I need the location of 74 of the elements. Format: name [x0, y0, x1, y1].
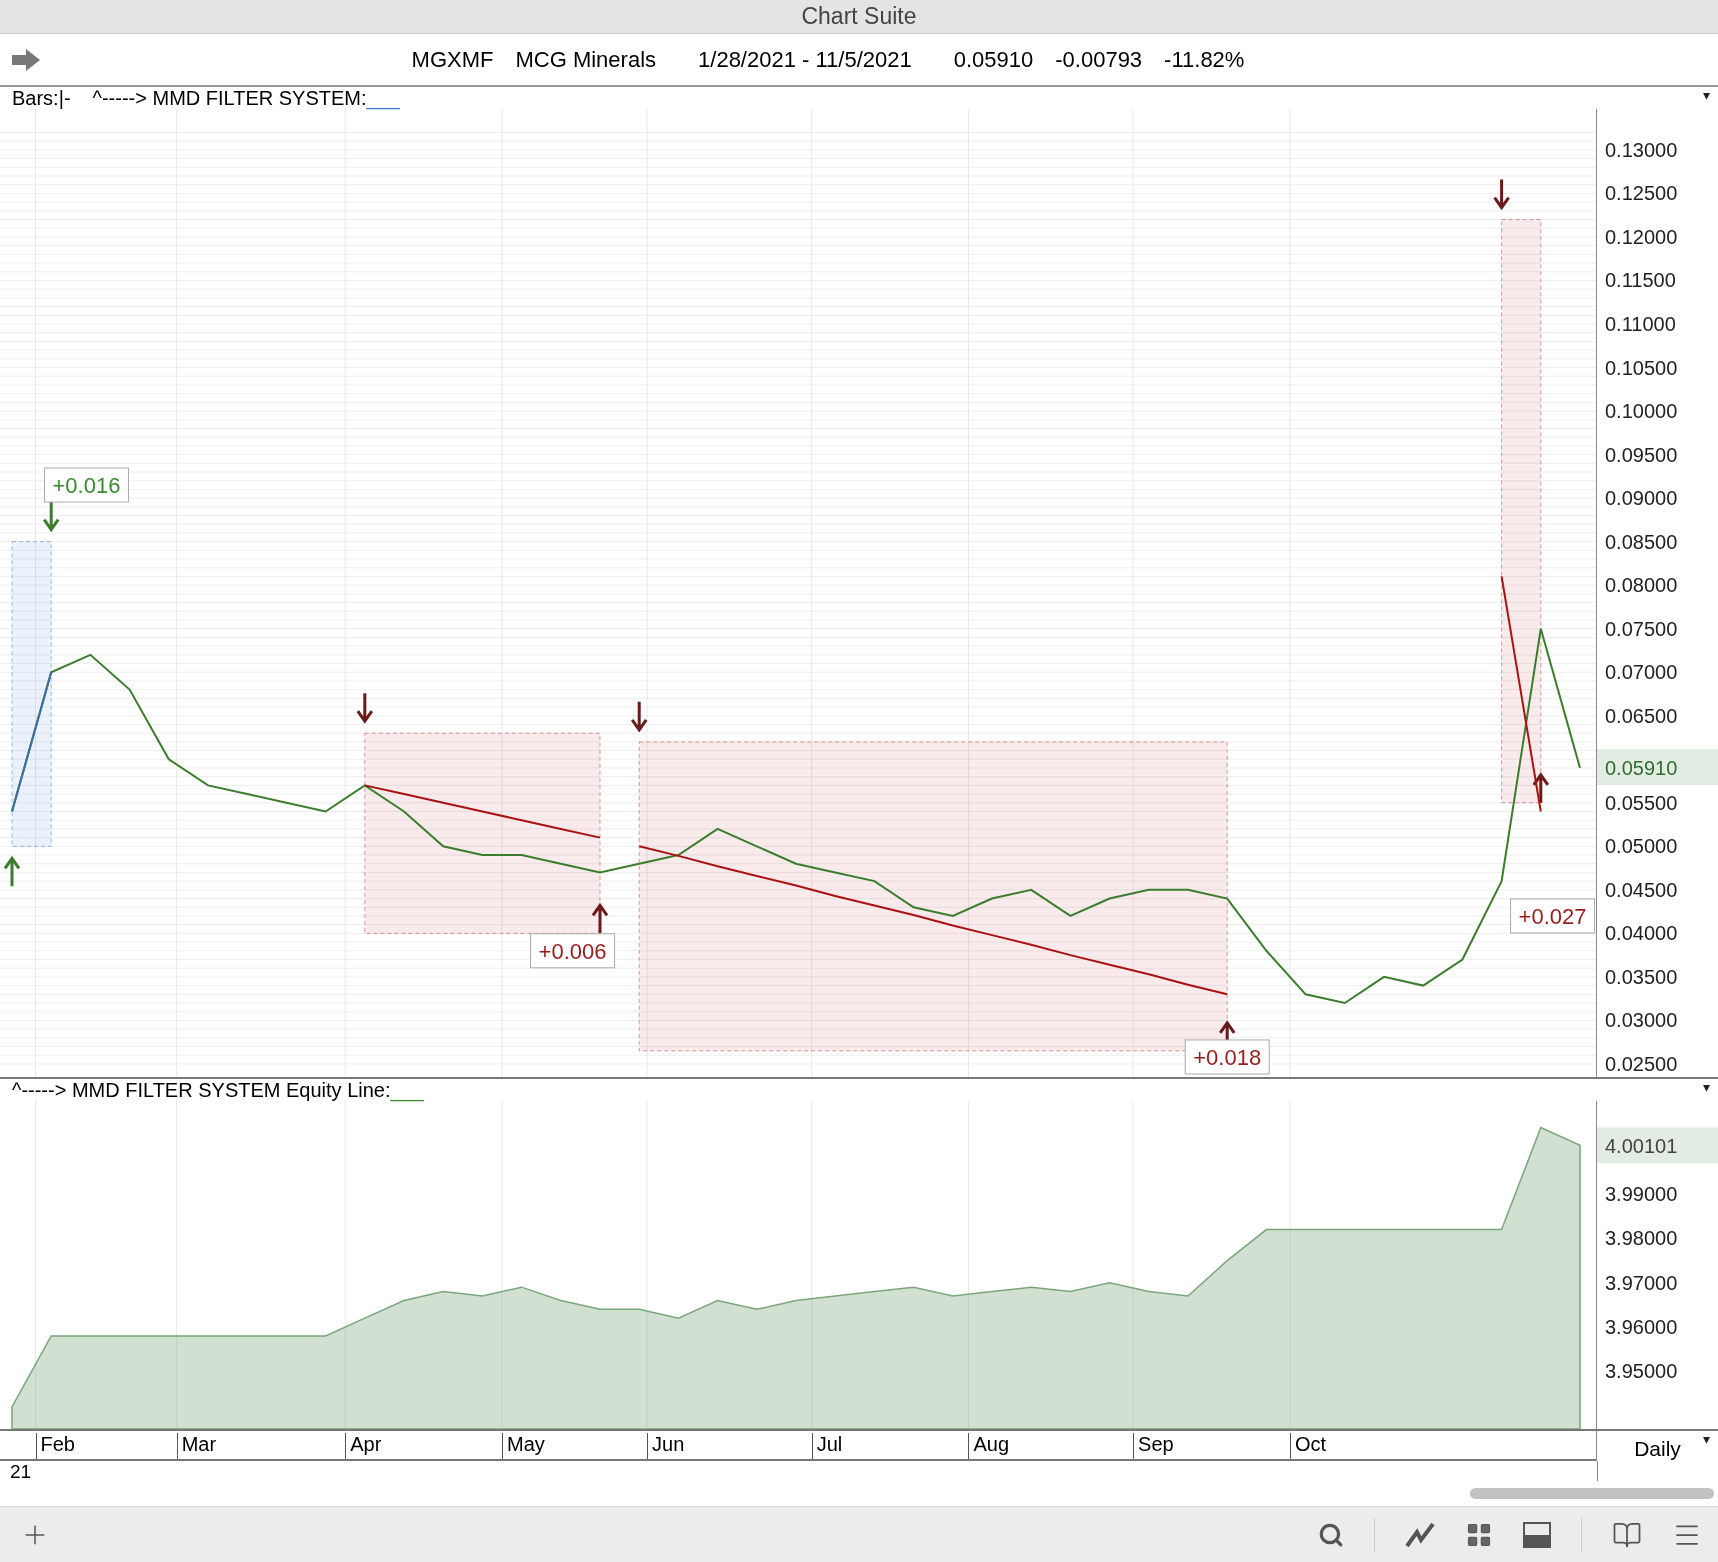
annotation: +0.018 [1193, 1044, 1262, 1070]
axis-tick-label: 0.09500 [1605, 443, 1678, 466]
equity-legend: ^-----> MMD FILTER SYSTEM Equity Line: [12, 1078, 391, 1102]
down-arrow-icon [630, 700, 648, 733]
month-label: Sep [1133, 1433, 1174, 1459]
month-label: Jul [811, 1433, 843, 1459]
profit-label: +0.006 [530, 933, 616, 969]
chart-line-icon[interactable] [1405, 1521, 1435, 1548]
axis-tick-label: 0.12500 [1605, 182, 1678, 205]
current-equity-label: 4.00101 [1597, 1127, 1718, 1164]
dropdown-icon[interactable]: ▾ [1703, 87, 1710, 103]
annotation: +0.027 [1518, 903, 1587, 929]
axis-tick-label: 0.07000 [1605, 661, 1678, 684]
company-name: MCG Minerals [515, 46, 657, 73]
up-arrow-icon [591, 902, 609, 935]
profit-label: +0.016 [44, 467, 129, 503]
axis-tick-label: 0.09000 [1605, 487, 1678, 510]
axis-tick-label: 0.07500 [1605, 617, 1678, 640]
up-arrow-icon [1532, 772, 1550, 805]
axis-tick-label: 0.04500 [1605, 878, 1678, 901]
axis-tick-label: 3.96000 [1605, 1316, 1678, 1339]
axis-tick-label: 0.04000 [1605, 922, 1678, 945]
axis-tick-label: 0.08000 [1605, 574, 1678, 597]
month-label: Oct [1289, 1433, 1327, 1459]
axis-tick-label: 0.02500 [1605, 1052, 1678, 1075]
axis-tick-label: 3.99000 [1605, 1183, 1678, 1206]
axis-tick-label: 3.97000 [1605, 1271, 1678, 1294]
month-label: May [502, 1433, 545, 1459]
last-price: 0.05910 [953, 46, 1034, 73]
panel-icon[interactable] [1523, 1521, 1551, 1548]
interval-selector[interactable]: Daily ▾ [1596, 1431, 1718, 1461]
current-price-label: 0.05910 [1597, 749, 1718, 786]
scrollbar-thumb[interactable] [1470, 1488, 1714, 1499]
bar-style[interactable]: |- [58, 86, 71, 110]
line-swatch: ___ [366, 86, 400, 110]
dropdown-icon[interactable]: ▾ [1703, 1079, 1710, 1095]
month-label: Aug [968, 1433, 1010, 1459]
axis-tick-label: 3.98000 [1605, 1227, 1678, 1250]
price-change: -0.00793 [1055, 46, 1143, 73]
down-arrow-icon [1493, 178, 1511, 211]
axis-tick-label: 0.05000 [1605, 835, 1678, 858]
system-legend: ^-----> MMD FILTER SYSTEM: [92, 86, 367, 110]
axis-tick-label: 0.10500 [1605, 356, 1678, 379]
axis-tick-label: 3.95000 [1605, 1360, 1678, 1383]
right-arrow-icon[interactable] [12, 48, 40, 71]
down-arrow-icon [356, 691, 374, 724]
annotation: +0.006 [538, 938, 607, 964]
month-label: Mar [176, 1433, 217, 1459]
annotation: +0.016 [52, 473, 121, 499]
date-range: 1/28/2021 - 11/5/2021 [698, 46, 912, 73]
axis-tick-label: 0.06500 [1605, 704, 1678, 727]
line-swatch: ___ [390, 1078, 424, 1102]
symbol: MGXMF [411, 46, 494, 73]
search-icon[interactable] [1318, 1521, 1344, 1548]
axis-tick-label: 0.13000 [1605, 138, 1678, 161]
year-label: 21 [10, 1461, 32, 1482]
axis-tick-label: 0.11000 [1605, 313, 1676, 335]
axis-tick-label: 0.12000 [1605, 225, 1678, 248]
axis-tick-label: 0.11500 [1605, 269, 1676, 292]
month-label: Feb [35, 1433, 75, 1459]
profit-label: +0.027 [1510, 898, 1596, 934]
down-arrow-icon [42, 500, 60, 533]
axis-tick-label: 0.05500 [1605, 791, 1678, 814]
percent-change: -11.82% [1164, 46, 1245, 73]
axis-tick-label: 0.08500 [1605, 530, 1678, 553]
month-label: Jun [647, 1433, 685, 1459]
profit-label: +0.018 [1184, 1039, 1270, 1075]
up-arrow-icon [3, 855, 21, 888]
axis-tick-label: 0.03500 [1605, 965, 1678, 988]
month-label: Apr [345, 1433, 382, 1459]
axis-tick-label: 0.03000 [1605, 1009, 1678, 1032]
axis-tick-label: 0.10000 [1605, 400, 1678, 423]
bars-label: Bars: [12, 86, 59, 110]
window-title: Chart Suite [801, 3, 917, 30]
